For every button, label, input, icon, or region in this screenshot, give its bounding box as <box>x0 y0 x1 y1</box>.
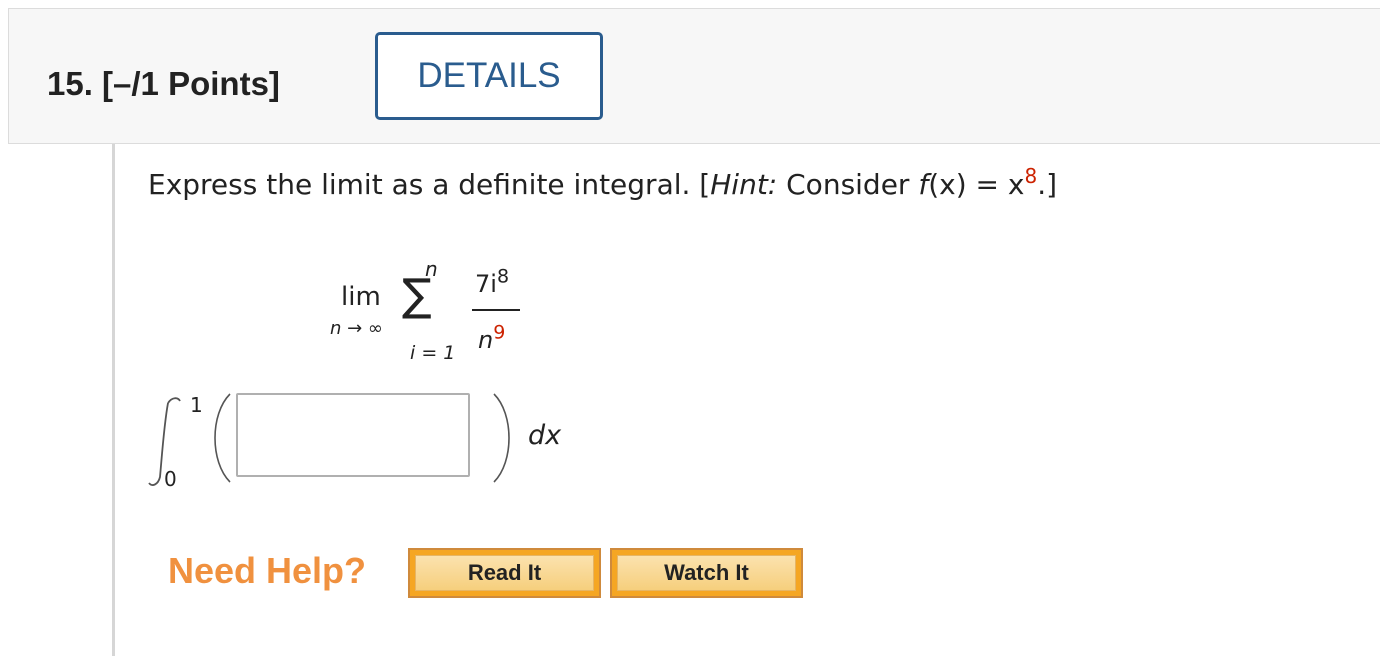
integrand-input[interactable] <box>236 393 470 477</box>
denominator-exponent: 9 <box>493 321 506 344</box>
function-symbol: f <box>918 168 929 201</box>
function-expression: (x) = x <box>928 168 1025 201</box>
question-prompt: Express the limit as a definite integral… <box>148 166 1058 201</box>
function-exponent: 8 <box>1024 164 1038 188</box>
prompt-text: Express the limit as a definite integral… <box>148 168 711 201</box>
details-button[interactable]: DETAILS <box>375 32 603 120</box>
details-label: DETAILS <box>417 56 561 95</box>
lim-text: lim <box>341 282 381 312</box>
question-body-rule <box>112 144 115 656</box>
fraction-numerator: 7i8 <box>475 267 509 298</box>
fraction-denominator: n9 <box>478 323 505 354</box>
question-number: 15. <box>47 65 93 102</box>
denominator-base: n <box>478 326 494 354</box>
sum-lower-limit: i = 1 <box>410 342 456 364</box>
lim-subscript: n → ∞ <box>330 318 383 339</box>
read-it-button[interactable]: Read It <box>408 548 601 598</box>
integral-upper-bound: 1 <box>190 393 203 417</box>
summation-icon: ∑ <box>402 270 432 321</box>
read-it-label: Read It <box>467 560 542 585</box>
fraction-bar <box>472 309 520 311</box>
differential: dx <box>528 420 562 451</box>
right-paren-icon <box>493 393 510 483</box>
need-help-label: Need Help? <box>168 550 367 591</box>
hint-label: Hint: <box>710 168 778 201</box>
question-title: 15. [–/1 Points] <box>47 65 280 103</box>
prompt-end-text: .] <box>1037 168 1058 201</box>
left-paren-icon <box>214 393 231 483</box>
integral-lower-bound: 0 <box>164 467 177 491</box>
question-header: 15. [–/1 Points] DETAILS <box>8 8 1380 144</box>
numerator-exponent: 8 <box>496 265 510 288</box>
prompt-consider-text: Consider <box>777 168 919 201</box>
numerator-base: 7i <box>475 270 497 298</box>
points-label: [–/1 Points] <box>102 65 280 102</box>
watch-it-button[interactable]: Watch It <box>610 548 803 598</box>
watch-it-label: Watch It <box>664 560 749 585</box>
